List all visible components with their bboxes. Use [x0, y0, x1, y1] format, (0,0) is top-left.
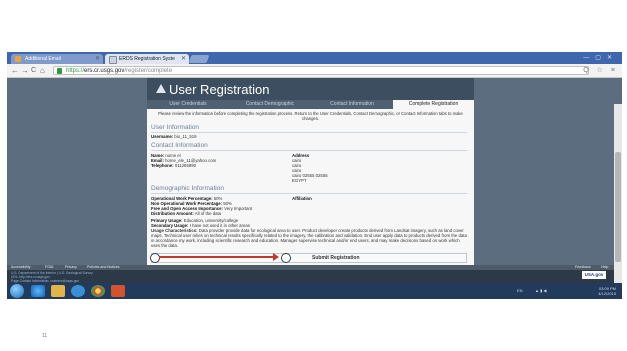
usa-gov-badge[interactable]: USA.gov [582, 271, 606, 279]
registration-tabs: User Credentials Contact Demographic Con… [147, 100, 474, 109]
tab-contact-information[interactable]: Contact Information [311, 100, 393, 109]
home-button[interactable]: ⌂ [40, 65, 45, 76]
toolbar-icons[interactable]: Q ☆ ≡ [583, 65, 618, 76]
instructions-text: Please review the information before com… [158, 111, 463, 121]
user-info-title: User Information [151, 124, 200, 131]
ie-icon[interactable] [31, 285, 45, 297]
media-player-icon[interactable] [71, 285, 85, 297]
back-button[interactable]: ← [11, 65, 19, 76]
page-background: User Registration User Credentials Conta… [7, 78, 622, 291]
submit-label: Submit Registration [312, 255, 360, 261]
page-title: User Registration [169, 82, 270, 97]
window-controls[interactable]: —▢✕ [583, 54, 618, 61]
footer-link-foia[interactable]: FOIA [45, 265, 53, 270]
divider [151, 193, 467, 194]
chrome-icon[interactable] [91, 285, 105, 297]
phone-label: Telephone: [151, 163, 174, 168]
browser-tab-strip: Additional Email ✕ ERDS Registration Sys… [7, 52, 622, 64]
demographic-row: Distribution Amount: All of the data [151, 211, 222, 216]
browser-toolbar: ← → C ⌂ https://ers.cr.usgs.gov/register… [7, 64, 622, 78]
lock-icon [57, 68, 62, 74]
username-row: Username: bio_11_519 [151, 134, 197, 139]
footer-nav: Accessibility FOIA Privacy Policies and … [7, 265, 614, 270]
usage-characteristics: Usage Characteristics: Data provider pro… [151, 228, 467, 248]
powerpoint-icon[interactable] [111, 285, 125, 297]
new-tab-button[interactable] [188, 55, 210, 63]
browser-tab-label: Additional Email [25, 56, 61, 62]
browser-tab-registration[interactable]: ERDS Registration Syste ✕ [105, 54, 189, 64]
username-value: bio_11_519 [174, 134, 197, 139]
address-line: EGYPT [292, 178, 307, 183]
divider [151, 150, 467, 151]
close-tab-icon[interactable]: ✕ [95, 54, 100, 64]
tray-icons[interactable]: ▲ ▮ ◀ [535, 288, 546, 293]
address-bar[interactable]: https://ers.cr.usgs.gov/register/complet… [53, 66, 589, 75]
browser-tab-label: ERDS Registration Syste [119, 56, 175, 62]
page-icon [109, 56, 117, 64]
affiliation-label: Affiliation [292, 196, 312, 201]
tray-clock[interactable]: 03:09 PM 4/12/2015 [598, 286, 616, 296]
scrollbar-thumb[interactable] [615, 152, 621, 262]
tab-contact-demographic[interactable]: Contact Demographic [229, 100, 311, 109]
username-label: Username: [151, 134, 174, 139]
language-indicator[interactable]: EN [517, 288, 523, 293]
annotation-arrow [159, 253, 279, 261]
reload-button[interactable]: C [31, 65, 36, 76]
slide-number: 11 [42, 333, 48, 339]
footer-info: U.S. Department of the Interior | U.S. G… [11, 271, 93, 283]
url-path: /register/complete [124, 68, 173, 74]
usage-text: Data provider provide data for ecologica… [151, 228, 467, 248]
triangle-logo-icon [156, 84, 166, 93]
url-host: ers.cr.usgs.gov [84, 68, 125, 74]
close-tab-icon[interactable]: ✕ [181, 54, 186, 64]
mail-icon [15, 56, 21, 62]
registration-card: User Registration User Credentials Conta… [147, 78, 474, 265]
submit-registration-button[interactable]: Submit Registration [151, 253, 467, 263]
footer-link-accessibility[interactable]: Accessibility [11, 265, 31, 270]
footer-link-feedback[interactable]: Feedback [575, 265, 591, 270]
forward-button[interactable]: → [21, 65, 29, 76]
tray-date: 4/12/2015 [598, 291, 616, 296]
demographic-title: Demographic Information [151, 185, 224, 192]
screenshot-frame: Additional Email ✕ ERDS Registration Sys… [7, 52, 622, 299]
tab-complete-registration[interactable]: Complete Registration [393, 100, 474, 109]
folder-icon[interactable] [51, 285, 65, 297]
registration-header: User Registration [147, 78, 474, 100]
contact-info-title: Contact Information [151, 142, 208, 149]
divider [151, 132, 467, 133]
tab-user-credentials[interactable]: User Credentials [147, 100, 229, 109]
page-scrollbar[interactable] [614, 104, 622, 291]
url-scheme: https:// [66, 68, 85, 74]
windows-taskbar: EN ▲ ▮ ◀ 03:09 PM 4/12/2015 [7, 283, 622, 299]
phone-row: Telephone: 011265890 [151, 163, 196, 168]
start-button[interactable] [10, 284, 24, 298]
site-footer: Accessibility FOIA Privacy Policies and … [7, 265, 614, 283]
phone-value: 011265890 [174, 163, 197, 168]
annotation-circle-start [150, 253, 160, 263]
footer-link-privacy[interactable]: Privacy [65, 265, 77, 270]
browser-tab-email[interactable]: Additional Email ✕ [11, 54, 103, 64]
footer-link-help[interactable]: Help [601, 265, 608, 270]
annotation-circle-end [281, 253, 291, 263]
footer-link-policies[interactable]: Policies and Notices [87, 265, 119, 270]
